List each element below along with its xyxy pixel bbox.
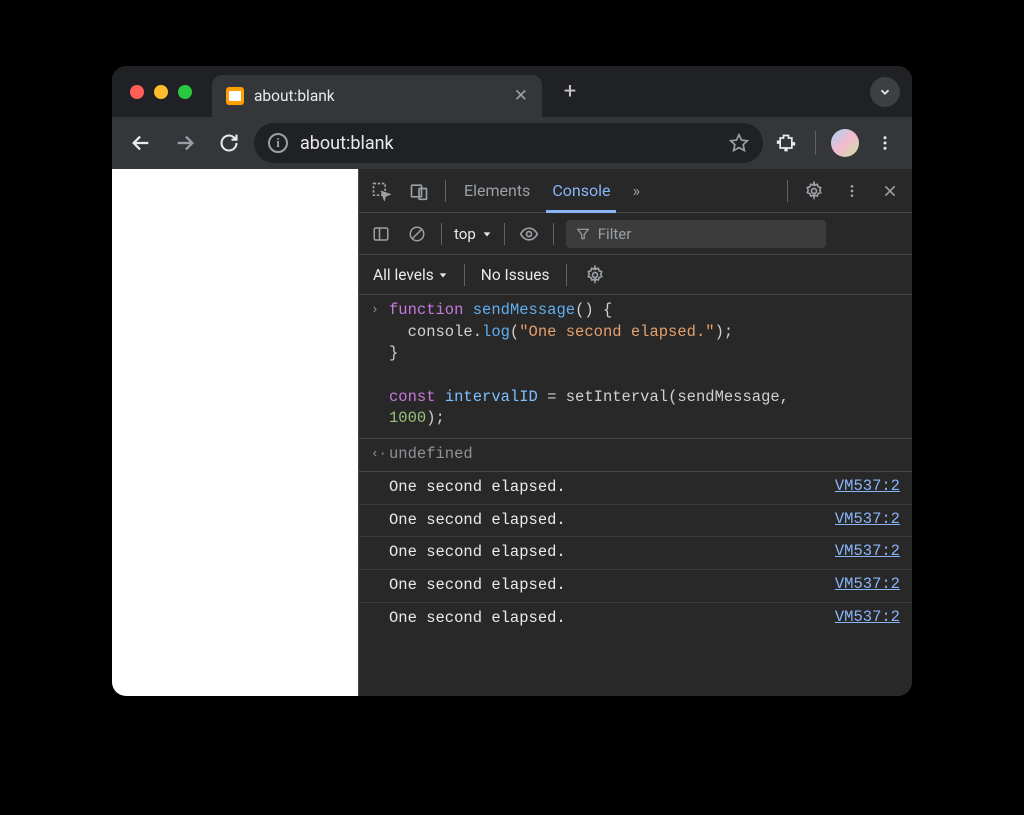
new-tab-button[interactable]: + [554,76,586,108]
devtools-menu-icon[interactable] [840,179,864,203]
log-message: One second elapsed. [389,510,819,532]
console-log-row: One second elapsed. VM537:2 [359,505,912,538]
devtools-close-icon[interactable] [878,179,902,203]
levels-label: All levels [373,266,434,284]
filter-input[interactable]: Filter [566,220,826,248]
log-message: One second elapsed. [389,575,819,597]
console-log-row: One second elapsed. VM537:2 [359,603,912,635]
toolbar-divider [815,131,816,155]
log-source-link[interactable]: VM537:2 [819,477,900,495]
console-result-row: ‹· undefined [359,439,912,472]
window-close-button[interactable] [130,85,144,99]
log-source-link[interactable]: VM537:2 [819,542,900,560]
tab-close-icon[interactable]: ✕ [514,86,528,106]
forward-button[interactable] [166,124,204,162]
window-minimize-button[interactable] [154,85,168,99]
log-source-link[interactable]: VM537:2 [819,510,900,528]
extensions-button[interactable] [769,126,803,160]
chevron-down-icon [438,270,448,280]
console-log-row: One second elapsed. VM537:2 [359,570,912,603]
address-bar[interactable]: i about:blank [254,123,763,163]
console-input-code: function sendMessage() { console.log("On… [389,300,900,430]
tab-more[interactable]: » [628,169,644,212]
console-filter-bar: All levels No Issues [359,255,912,295]
log-message: One second elapsed. [389,608,819,630]
profile-button[interactable] [828,126,862,160]
back-button[interactable] [122,124,160,162]
devtools-tabstrip: Elements Console » [359,169,912,213]
log-source-link[interactable]: VM537:2 [819,608,900,626]
tab-search-button[interactable] [870,77,900,107]
browser-tab[interactable]: about:blank ✕ [212,75,542,117]
window-maximize-button[interactable] [178,85,192,99]
inspect-element-icon[interactable] [369,179,393,203]
result-value: undefined [389,445,473,463]
console-toolbar: top Filter [359,213,912,255]
filter-placeholder: Filter [598,225,632,243]
live-expression-icon[interactable] [517,222,541,246]
bookmark-icon[interactable] [729,133,749,153]
filter-icon [576,227,590,241]
log-message: One second elapsed. [389,542,819,564]
divider [787,180,788,202]
console-log-row: One second elapsed. VM537:2 [359,537,912,570]
divider [464,264,465,286]
url-text: about:blank [300,133,394,154]
chevron-down-icon [482,229,492,239]
tab-favicon [226,87,244,105]
tab-elements[interactable]: Elements [460,169,534,212]
input-marker-icon: › [371,300,389,317]
divider [445,180,446,202]
site-info-icon[interactable]: i [268,133,288,153]
toggle-sidebar-icon[interactable] [369,222,393,246]
device-toggle-icon[interactable] [407,179,431,203]
context-selector[interactable]: top [454,225,492,243]
output-marker-icon: ‹· [371,444,389,461]
issues-label[interactable]: No Issues [481,266,550,284]
titlebar: about:blank ✕ + [112,66,912,117]
console-settings-icon[interactable] [583,263,607,287]
clear-console-icon[interactable] [405,222,429,246]
log-source-link[interactable]: VM537:2 [819,575,900,593]
reload-button[interactable] [210,124,248,162]
divider [504,223,505,245]
page-viewport[interactable] [112,169,358,696]
tab-console[interactable]: Console [548,169,614,212]
tab-title: about:blank [254,87,335,105]
log-message: One second elapsed. [389,477,819,499]
console-output: › function sendMessage() { console.log("… [359,295,912,696]
avatar-icon [831,129,859,157]
browser-window: about:blank ✕ + i about:blank [112,66,912,696]
context-label: top [454,225,476,243]
divider [441,223,442,245]
settings-icon[interactable] [802,179,826,203]
window-controls [130,85,192,99]
content-area: Elements Console » [112,169,912,696]
divider [566,264,567,286]
chrome-menu-button[interactable] [868,126,902,160]
toolbar: i about:blank [112,117,912,169]
console-log-row: One second elapsed. VM537:2 [359,472,912,505]
devtools-panel: Elements Console » [358,169,912,696]
log-levels-selector[interactable]: All levels [373,266,448,284]
divider [553,223,554,245]
console-input-row[interactable]: › function sendMessage() { console.log("… [359,295,912,439]
